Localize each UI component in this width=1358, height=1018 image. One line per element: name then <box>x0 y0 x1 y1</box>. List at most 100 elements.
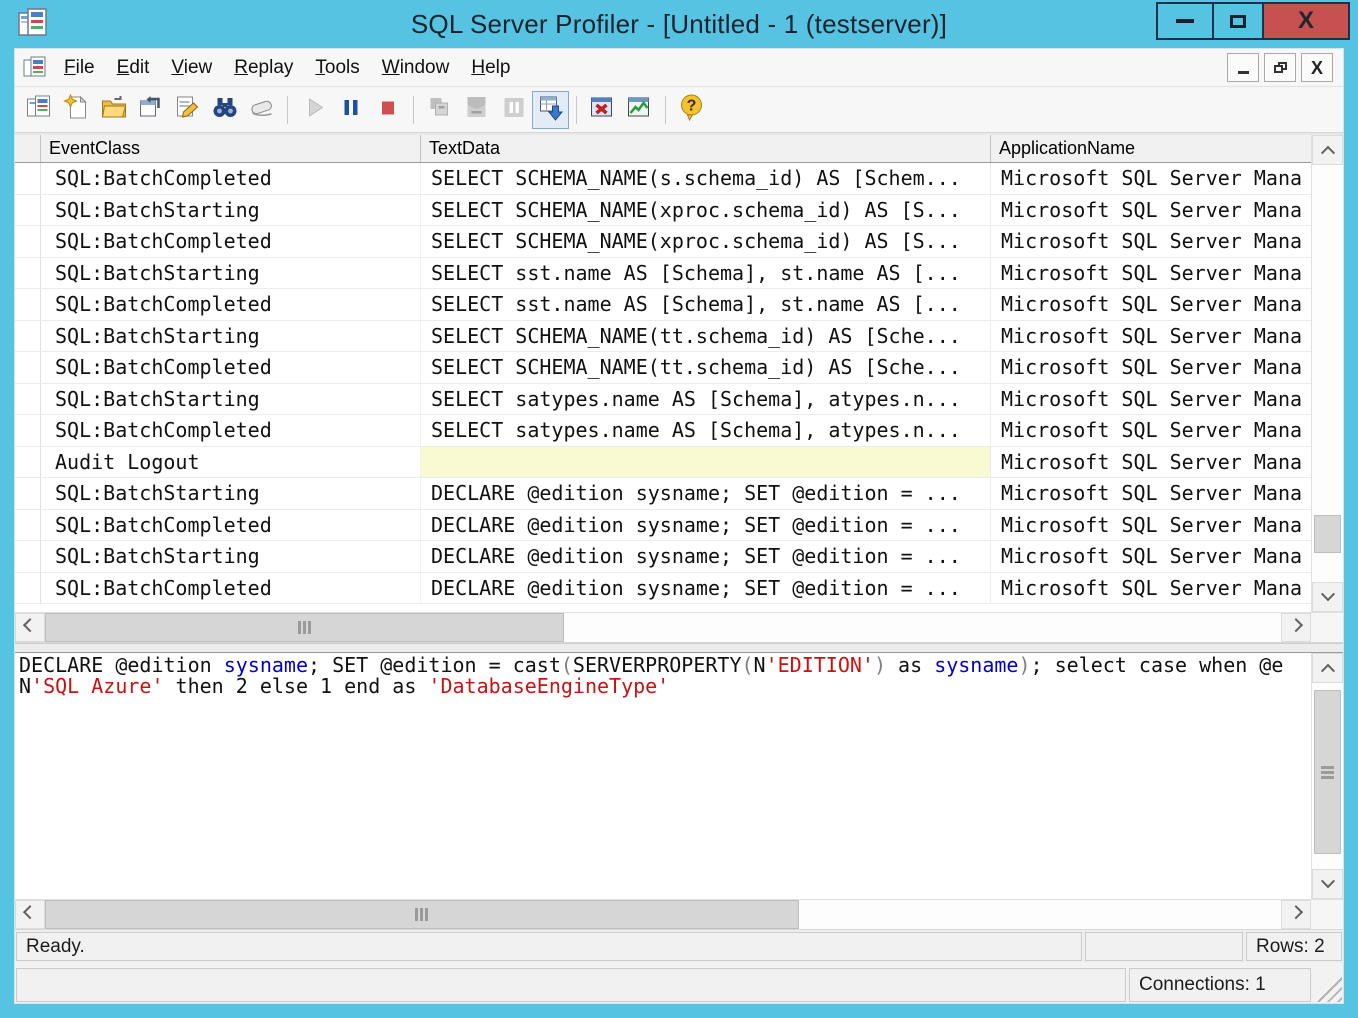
trace-row[interactable]: SQL:BatchCompletedSELECT SCHEMA_NAME(xpr… <box>15 226 1311 258</box>
minimize-button[interactable] <box>1156 2 1214 40</box>
trace-row[interactable]: SQL:BatchCompletedSELECT SCHEMA_NAME(s.s… <box>15 163 1311 195</box>
detail-hscroll-track[interactable] <box>45 900 1281 929</box>
row-selector-cell <box>15 163 41 194</box>
scrollbar-corner <box>1311 900 1343 929</box>
menu-window[interactable]: Window <box>371 52 461 84</box>
column-header-textdata[interactable]: TextData <box>421 135 991 162</box>
mdi-restore-icon <box>1274 62 1287 73</box>
resize-grip-icon[interactable] <box>1314 968 1342 1002</box>
toggle-breakpoint-button[interactable] <box>495 91 532 129</box>
scroll-up-button[interactable] <box>1312 653 1343 683</box>
detail-vertical-scrollbar[interactable] <box>1311 653 1343 899</box>
titlebar: SQL Server Profiler - [Untitled - 1 (tes… <box>0 0 1358 48</box>
chevron-down-icon <box>1320 874 1334 888</box>
stop-icon <box>374 94 402 126</box>
help-button[interactable]: ? <box>673 91 710 129</box>
text-data-cell: DECLARE @edition sysname; SET @edition =… <box>421 510 991 541</box>
trace-row[interactable]: SQL:BatchCompletedSELECT sst.name AS [Sc… <box>15 289 1311 321</box>
scroll-down-button[interactable] <box>1312 582 1343 612</box>
mdi-close-button[interactable]: X <box>1301 53 1333 82</box>
tuning-button[interactable] <box>584 91 621 129</box>
trace-row[interactable]: SQL:BatchCompletedDECLARE @edition sysna… <box>15 573 1311 605</box>
scroll-down-button[interactable] <box>1312 869 1343 899</box>
event-class-cell: SQL:BatchCompleted <box>41 289 421 320</box>
trace-row[interactable]: SQL:BatchStartingSELECT satypes.name AS … <box>15 384 1311 416</box>
row-selector-cell <box>15 541 41 572</box>
start-trace-button[interactable] <box>295 91 332 129</box>
close-button[interactable]: X <box>1262 2 1350 40</box>
breakpoint-icon <box>500 94 528 126</box>
auto-scroll-button[interactable] <box>532 91 569 129</box>
scroll-left-button[interactable] <box>15 900 45 929</box>
grid-hscroll-track[interactable] <box>45 613 1281 642</box>
mdi-minimize-icon <box>1238 71 1249 74</box>
trace-row[interactable]: SQL:BatchStartingSELECT sst.name AS [Sch… <box>15 258 1311 290</box>
detail-hscroll-thumb[interactable] <box>45 900 799 929</box>
window-chart-icon <box>626 94 654 126</box>
save-trace-button[interactable] <box>132 91 169 129</box>
chevron-left-icon <box>23 905 37 919</box>
detail-vscroll-thumb[interactable] <box>1314 690 1341 854</box>
application-name-cell: Microsoft SQL Server Mana <box>991 384 1311 415</box>
trace-row[interactable]: SQL:BatchStartingDECLARE @edition sysnam… <box>15 541 1311 573</box>
grid-vscroll-track[interactable] <box>1312 165 1343 582</box>
trace-row[interactable]: SQL:BatchStartingSELECT SCHEMA_NAME(xpro… <box>15 195 1311 227</box>
event-class-cell: SQL:BatchCompleted <box>41 510 421 541</box>
menubar: FileEditViewReplayToolsWindowHelp X <box>15 49 1343 87</box>
new-trace-button[interactable] <box>58 91 95 129</box>
grid-vscroll-thumb[interactable] <box>1314 515 1341 553</box>
stop-trace-button[interactable] <box>369 91 406 129</box>
column-header-applicationname[interactable]: ApplicationName <box>991 135 1311 162</box>
grid-vertical-scrollbar[interactable] <box>1311 135 1343 612</box>
sql-text-view[interactable]: DECLARE @edition sysname; SET @edition =… <box>15 653 1311 899</box>
menu-help[interactable]: Help <box>460 52 521 84</box>
row-selector-cell <box>15 478 41 509</box>
scroll-right-button[interactable] <box>1281 613 1311 642</box>
trace-row[interactable]: SQL:BatchCompletedSELECT satypes.name AS… <box>15 415 1311 447</box>
toolbar-separator <box>287 96 288 124</box>
pane-splitter[interactable] <box>15 643 1343 653</box>
menu-tools[interactable]: Tools <box>304 52 370 84</box>
column-header-eventclass[interactable]: EventClass <box>41 135 421 162</box>
menu-file[interactable]: File <box>53 52 106 84</box>
clear-trace-button[interactable] <box>243 91 280 129</box>
app-body: FileEditViewReplayToolsWindowHelp X ? <box>14 48 1344 1004</box>
row-selector-cell <box>15 384 41 415</box>
event-class-cell: SQL:BatchStarting <box>41 541 421 572</box>
text-data-cell: SELECT sst.name AS [Schema], st.name AS … <box>421 289 991 320</box>
menu-edit[interactable]: Edit <box>106 52 161 84</box>
menu-view[interactable]: View <box>160 52 223 84</box>
grid-hscroll-thumb[interactable] <box>45 613 564 642</box>
properties-button[interactable] <box>169 91 206 129</box>
pause-trace-button[interactable] <box>332 91 369 129</box>
maximize-button[interactable] <box>1212 2 1264 40</box>
open-trace-button[interactable] <box>95 91 132 129</box>
trace-definition-button[interactable] <box>21 91 58 129</box>
scroll-left-button[interactable] <box>15 613 45 642</box>
trace-row[interactable]: SQL:BatchStartingSELECT SCHEMA_NAME(tt.s… <box>15 321 1311 353</box>
performance-button[interactable] <box>621 91 658 129</box>
find-button[interactable] <box>206 91 243 129</box>
application-name-cell: Microsoft SQL Server Mana <box>991 478 1311 509</box>
menu-replay[interactable]: Replay <box>223 52 304 84</box>
chevron-right-icon <box>1289 905 1303 919</box>
scrollbar-corner <box>1311 613 1343 642</box>
play-icon <box>300 94 328 126</box>
trace-row[interactable]: Audit LogoutMicrosoft SQL Server Mana <box>15 447 1311 479</box>
event-class-cell: SQL:BatchStarting <box>41 195 421 226</box>
mdi-minimize-button[interactable] <box>1227 53 1259 82</box>
mdi-restore-button[interactable] <box>1264 53 1296 82</box>
application-name-cell: Microsoft SQL Server Mana <box>991 510 1311 541</box>
detail-horizontal-scrollbar[interactable] <box>15 899 1343 929</box>
grid-horizontal-scrollbar[interactable] <box>15 612 1343 642</box>
run-to-cursor-button[interactable] <box>458 91 495 129</box>
text-data-cell: SELECT SCHEMA_NAME(xproc.schema_id) AS [… <box>421 195 991 226</box>
save-window-icon <box>137 94 165 126</box>
scroll-up-button[interactable] <box>1312 135 1343 165</box>
step-button[interactable] <box>421 91 458 129</box>
trace-row[interactable]: SQL:BatchCompletedDECLARE @edition sysna… <box>15 510 1311 542</box>
scroll-right-button[interactable] <box>1281 900 1311 929</box>
detail-vscroll-track[interactable] <box>1312 683 1343 869</box>
trace-row[interactable]: SQL:BatchCompletedSELECT SCHEMA_NAME(tt.… <box>15 352 1311 384</box>
trace-row[interactable]: SQL:BatchStartingDECLARE @edition sysnam… <box>15 478 1311 510</box>
